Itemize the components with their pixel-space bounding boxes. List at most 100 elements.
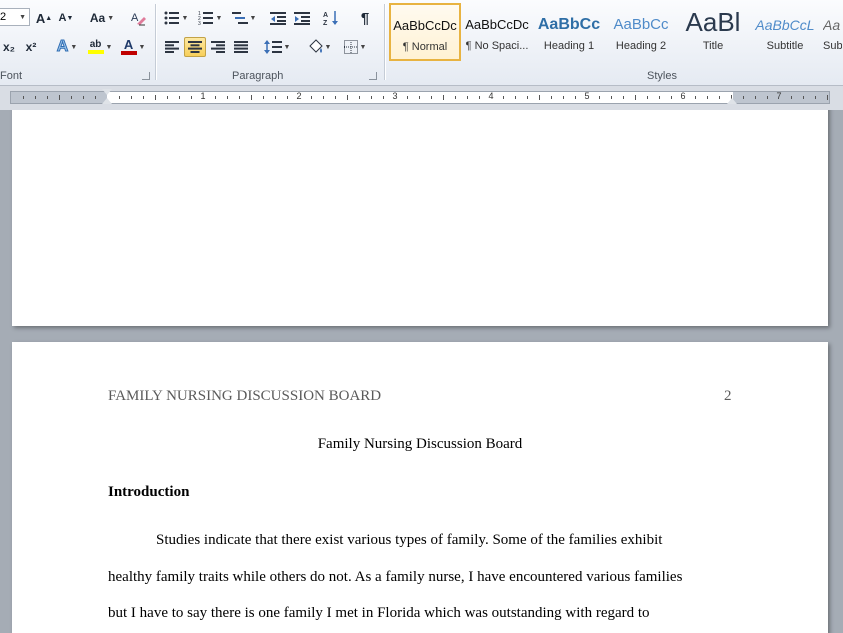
ruler-tick: [755, 96, 756, 99]
ruler-tick: [443, 95, 444, 100]
ruler-tick: [563, 96, 564, 99]
ruler-tick: [695, 96, 696, 99]
change-case-button[interactable]: Aa ▼: [86, 8, 118, 28]
ruler-number: 1: [200, 91, 206, 101]
ruler-tick: [479, 96, 480, 99]
font-color-button[interactable]: A ▼: [118, 37, 148, 57]
chevron-down-icon: ▼: [70, 43, 78, 51]
show-formatting-marks-button[interactable]: ¶: [355, 8, 375, 28]
ruler-tick: [35, 96, 36, 99]
horizontal-ruler[interactable]: 1 2 3 4 5 6 7: [10, 89, 830, 104]
ruler-number: 6: [680, 91, 686, 101]
ruler-tick: [551, 96, 552, 99]
ruler-tick: [23, 96, 24, 99]
paragraph-line: healthy family traits while others do no…: [108, 569, 683, 585]
ruler-area: 1 2 3 4 5 6 7: [0, 86, 843, 110]
ruler-number: 3: [392, 91, 398, 101]
borders-button[interactable]: ▼: [339, 37, 371, 57]
decrease-indent-button[interactable]: [267, 8, 289, 28]
first-line-indent-marker[interactable]: [102, 89, 112, 95]
hanging-indent-marker[interactable]: [102, 98, 112, 104]
ruler-tick: [95, 96, 96, 99]
sort-button[interactable]: AZ: [321, 8, 343, 28]
page-1[interactable]: [12, 110, 828, 326]
ruler-tick: [767, 96, 768, 99]
svg-text:A: A: [323, 12, 328, 19]
ruler-tick: [623, 96, 624, 99]
ruler-tick: [239, 96, 240, 99]
ruler-tick: [335, 96, 336, 99]
style-no-spacing[interactable]: AaBbCcDc ¶ No Spaci...: [462, 3, 532, 61]
align-left-button[interactable]: [161, 37, 183, 57]
ruler-number: 2: [296, 91, 302, 101]
paragraph-group: ▼ 1 2 3 ▼ ▼ AZ ¶ ▼ ▼ ▼ Paragraph: [157, 0, 383, 85]
style-heading-2[interactable]: AaBbCc Heading 2: [606, 3, 676, 61]
ruler-tick: [143, 96, 144, 99]
ruler-tick: [719, 96, 720, 99]
chevron-down-icon: ▼: [19, 13, 26, 21]
ruler-tick: [347, 95, 348, 100]
chevron-down-icon: ▼: [138, 43, 146, 51]
ruler-tick: [791, 96, 792, 99]
ruler-tick: [155, 95, 156, 100]
document-canvas[interactable]: FAMILY NURSING DISCUSSION BOARD 2 Family…: [0, 110, 843, 633]
style-title[interactable]: AaBl Title: [678, 3, 748, 61]
line-spacing-button[interactable]: ▼: [261, 37, 293, 57]
align-center-button[interactable]: [184, 37, 206, 57]
ruler-tick: [671, 96, 672, 99]
dialog-launcher-icon[interactable]: [142, 72, 150, 80]
arrow-down-icon: ▼: [66, 14, 74, 22]
right-indent-marker[interactable]: [727, 98, 737, 104]
ruler-tick: [71, 96, 72, 99]
numbering-button[interactable]: 1 2 3 ▼: [195, 8, 225, 28]
style-subtle-emphasis[interactable]: Aa Sub: [822, 3, 843, 61]
ruler-tick: [167, 96, 168, 99]
clear-formatting-button[interactable]: A: [128, 8, 148, 28]
bullets-button[interactable]: ▼: [161, 8, 191, 28]
ruler-tick: [359, 96, 360, 99]
style-subtitle[interactable]: AaBbCcL Subtitle: [750, 3, 820, 61]
subscript-button[interactable]: x₂: [0, 37, 18, 57]
shading-button[interactable]: ▼: [303, 37, 335, 57]
justify-button[interactable]: [230, 37, 252, 57]
styles-group-label: Styles: [647, 70, 677, 82]
font-group-label: Font: [0, 70, 23, 82]
paragraph-line: Studies indicate that there exist variou…: [156, 532, 663, 548]
svg-text:3: 3: [198, 21, 201, 25]
arrow-up-icon: ▲: [45, 14, 53, 22]
font-size-box[interactable]: 2 ▼: [0, 8, 30, 26]
styles-gallery: AaBbCcDc ¶ Normal AaBbCcDc ¶ No Spaci...…: [388, 3, 843, 63]
text-effects-button[interactable]: A ▼: [52, 37, 82, 57]
font-size-value: 2: [0, 11, 7, 23]
ruler-tick: [635, 95, 636, 100]
ruler-tick: [83, 96, 84, 99]
chevron-down-icon: ▼: [283, 43, 291, 51]
ruler-tick: [251, 95, 252, 100]
align-right-icon: [211, 41, 225, 53]
ruler-tick: [647, 96, 648, 99]
align-right-button[interactable]: [207, 37, 229, 57]
ruler-tick: [803, 96, 804, 99]
dialog-launcher-icon[interactable]: [369, 72, 377, 80]
paragraph-line: but I have to say there is one family I …: [108, 605, 650, 621]
shrink-font-button[interactable]: A ▼: [56, 8, 76, 28]
increase-indent-button[interactable]: [291, 8, 313, 28]
ruler-tick: [575, 96, 576, 99]
ribbon: 2 ▼ A ▲ A ▼ Aa ▼ A x₂ x² A ▼ ab ▼ A ▼ Fo…: [0, 0, 843, 86]
ruler-tick: [287, 96, 288, 99]
ruler-tick: [599, 96, 600, 99]
grow-font-button[interactable]: A ▲: [34, 8, 54, 28]
clear-formatting-icon: A: [131, 12, 146, 26]
line-spacing-icon: [263, 40, 282, 54]
style-heading-1[interactable]: AaBbCc Heading 1: [534, 3, 604, 61]
style-normal[interactable]: AaBbCcDc ¶ Normal: [389, 3, 461, 61]
ruler-tick: [815, 96, 816, 99]
highlight-button[interactable]: ab ▼: [84, 37, 116, 57]
multilevel-list-button[interactable]: ▼: [229, 8, 259, 28]
ruler-tick: [227, 96, 228, 99]
ruler-tick: [827, 95, 828, 100]
increase-indent-icon: [294, 12, 310, 25]
page-2[interactable]: FAMILY NURSING DISCUSSION BOARD 2 Family…: [12, 342, 828, 633]
superscript-button[interactable]: x²: [22, 37, 40, 57]
ruler-tick: [59, 95, 60, 100]
